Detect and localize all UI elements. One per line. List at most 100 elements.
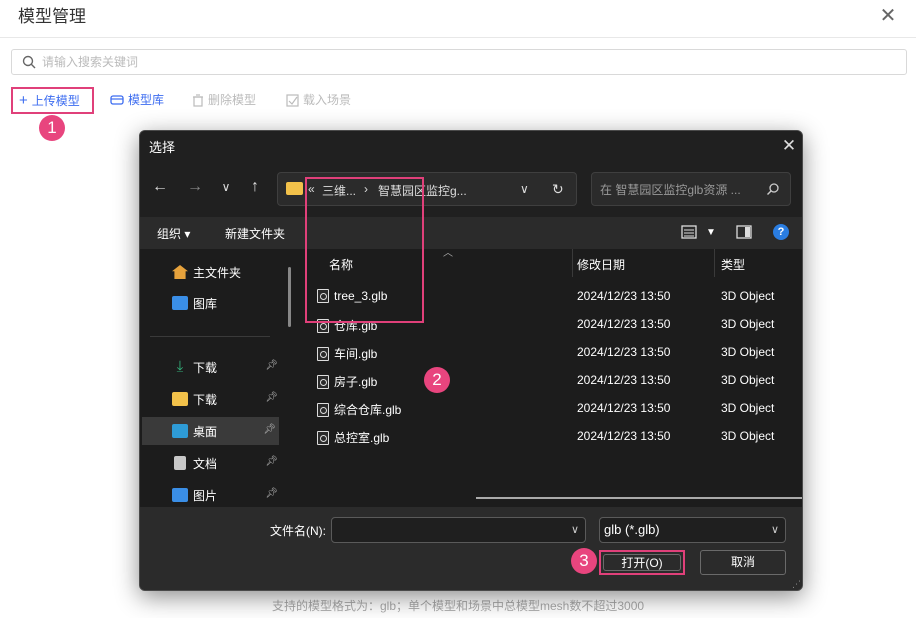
column-header-type[interactable]: 类型: [721, 256, 745, 273]
format-note: 支持的模型格式为：glb；单个模型和场景中总模型mesh数不超过3000: [272, 599, 645, 613]
forward-arrow-icon[interactable]: →: [185, 177, 205, 197]
load-scene-label: 载入场景: [303, 93, 352, 107]
upload-model-label: 上传模型: [31, 93, 80, 108]
pin-icon[interactable]: 📌︎: [265, 488, 278, 499]
up-arrow-icon[interactable]: ↑: [245, 177, 265, 197]
column-header-date[interactable]: 修改日期: [577, 256, 625, 273]
file-date: 2024/12/23 13:50: [577, 373, 671, 387]
file-date: 2024/12/23 13:50: [577, 429, 671, 443]
address-dropdown-icon[interactable]: ∨: [520, 182, 529, 196]
file-date: 2024/12/23 13:50: [577, 317, 671, 331]
open-button[interactable]: 打开(O): [599, 550, 685, 575]
sidebar-item-label: 主文件夹: [193, 265, 242, 280]
filename-input[interactable]: [338, 518, 563, 540]
file-row[interactable]: 车间.glb 2024/12/23 13:50 3D Object: [300, 338, 802, 366]
sidebar-item-pictures[interactable]: 图片 📌︎: [150, 481, 278, 509]
dialog-command-bar: 组织 ▾ 新建文件夹 ▼ ?: [140, 217, 802, 249]
organize-menu[interactable]: 组织 ▾: [157, 225, 190, 242]
delete-model-button[interactable]: 删除模型: [192, 89, 256, 111]
navigation-pane: 主文件夹 图库 ⤓ 下载 📌︎ 下载 📌︎ 桌面 📌︎ 文档 📌︎ 图片 📌︎: [140, 249, 292, 507]
search-icon: [22, 55, 36, 69]
file-name: 房子.glb: [334, 375, 378, 389]
cancel-button[interactable]: 取消: [700, 550, 786, 575]
step-badge-2: 2: [424, 367, 450, 393]
refresh-icon[interactable]: ↻: [552, 181, 564, 198]
sidebar-item-label: 文档: [193, 456, 218, 471]
back-arrow-icon[interactable]: ←: [150, 177, 170, 197]
file-name: 车间.glb: [334, 347, 378, 361]
file-row[interactable]: 总控室.glb 2024/12/23 13:50 3D Object: [300, 422, 802, 450]
file-type: 3D Object: [721, 289, 775, 303]
search-icon: [767, 183, 779, 195]
dialog-titlebar: 选择 ✕: [140, 131, 802, 161]
dialog-search-input[interactable]: [600, 181, 760, 199]
model-search-box[interactable]: [11, 49, 907, 75]
pin-icon[interactable]: 📌︎: [263, 424, 276, 435]
file-row[interactable]: 综合仓库.glb 2024/12/23 13:50 3D Object: [300, 394, 802, 422]
folder-icon: [286, 182, 303, 195]
sidebar-item-documents[interactable]: 文档 📌︎: [150, 449, 278, 477]
panel-close-icon[interactable]: ✕: [878, 6, 898, 26]
sidebar-item-label: 图片: [193, 488, 218, 503]
help-icon[interactable]: ?: [773, 224, 789, 240]
dialog-close-icon[interactable]: ✕: [780, 137, 798, 155]
sidebar-item-label: 桌面: [193, 424, 218, 439]
panel-title: 模型管理: [18, 7, 86, 26]
sidebar-item-downloads-folder[interactable]: 下载 📌︎: [150, 385, 278, 413]
dialog-navbar: ← → ∨ ↑ « 三维... › 智慧园区监控g... ∨ ↻: [140, 167, 802, 207]
file-type: 3D Object: [721, 429, 775, 443]
load-scene-button[interactable]: 载入场景: [286, 89, 351, 111]
file-icon: [317, 346, 329, 361]
chevron-down-icon: ∨: [770, 524, 779, 536]
preview-pane-icon[interactable]: [736, 224, 752, 240]
recent-dropdown-icon[interactable]: ∨: [216, 177, 236, 197]
dialog-search-box[interactable]: [591, 172, 791, 206]
column-separator[interactable]: [572, 249, 573, 277]
load-scene-icon: [286, 93, 299, 107]
file-row[interactable]: 房子.glb 2024/12/23 13:50 3D Object: [300, 366, 802, 394]
pin-icon[interactable]: 📌︎: [265, 456, 278, 467]
desktop-icon: [172, 424, 188, 438]
sidebar-scrollbar[interactable]: [288, 267, 291, 327]
pin-icon[interactable]: 📌︎: [265, 392, 278, 403]
plus-icon: +: [19, 92, 28, 109]
gallery-icon: [172, 296, 188, 310]
sidebar-item-home[interactable]: 主文件夹: [150, 258, 278, 286]
pictures-icon: [172, 488, 188, 502]
trash-icon: [193, 93, 203, 107]
file-type: 3D Object: [721, 345, 775, 359]
delete-model-label: 删除模型: [208, 93, 257, 107]
upload-model-button[interactable]: + 上传模型: [11, 87, 94, 114]
panel-divider: [0, 37, 916, 38]
file-icon: [317, 430, 329, 445]
chevron-down-icon[interactable]: ∨: [571, 523, 579, 536]
sort-ascending-icon: ︿: [443, 248, 453, 259]
model-library-label: 模型库: [128, 93, 165, 107]
model-library-button[interactable]: 模型库: [110, 89, 164, 111]
file-type: 3D Object: [721, 401, 775, 415]
sidebar-item-downloads[interactable]: ⤓ 下载 📌︎: [150, 353, 278, 381]
file-date: 2024/12/23 13:50: [577, 289, 671, 303]
pin-icon[interactable]: 📌︎: [265, 360, 278, 371]
sidebar-item-label: 下载: [193, 392, 218, 407]
horizontal-scrollbar[interactable]: [476, 497, 802, 499]
open-button-label: 打开(O): [603, 554, 681, 571]
sidebar-item-gallery[interactable]: 图库: [150, 289, 278, 317]
new-folder-button[interactable]: 新建文件夹: [225, 225, 285, 242]
file-name-cell: 车间.glb: [317, 345, 377, 362]
view-dropdown-icon[interactable]: ▼: [706, 227, 716, 238]
column-separator[interactable]: [714, 249, 715, 277]
file-name-cell: 房子.glb: [317, 373, 377, 390]
filename-combobox[interactable]: ∨: [331, 517, 586, 543]
download-icon: ⤓: [176, 358, 184, 375]
file-name-cell: 综合仓库.glb: [317, 401, 401, 418]
resize-grip-icon[interactable]: ⋰: [792, 580, 801, 589]
sidebar-item-label: 下载: [193, 360, 218, 375]
filetype-select[interactable]: glb (*.glb) ∨: [599, 517, 786, 543]
file-name-cell: 总控室.glb: [317, 429, 389, 446]
view-list-icon[interactable]: [681, 224, 697, 240]
model-search-input[interactable]: [42, 53, 542, 71]
filetype-value: glb (*.glb): [604, 522, 660, 537]
sidebar-item-desktop[interactable]: 桌面 📌︎: [142, 417, 279, 445]
file-type: 3D Object: [721, 317, 775, 331]
